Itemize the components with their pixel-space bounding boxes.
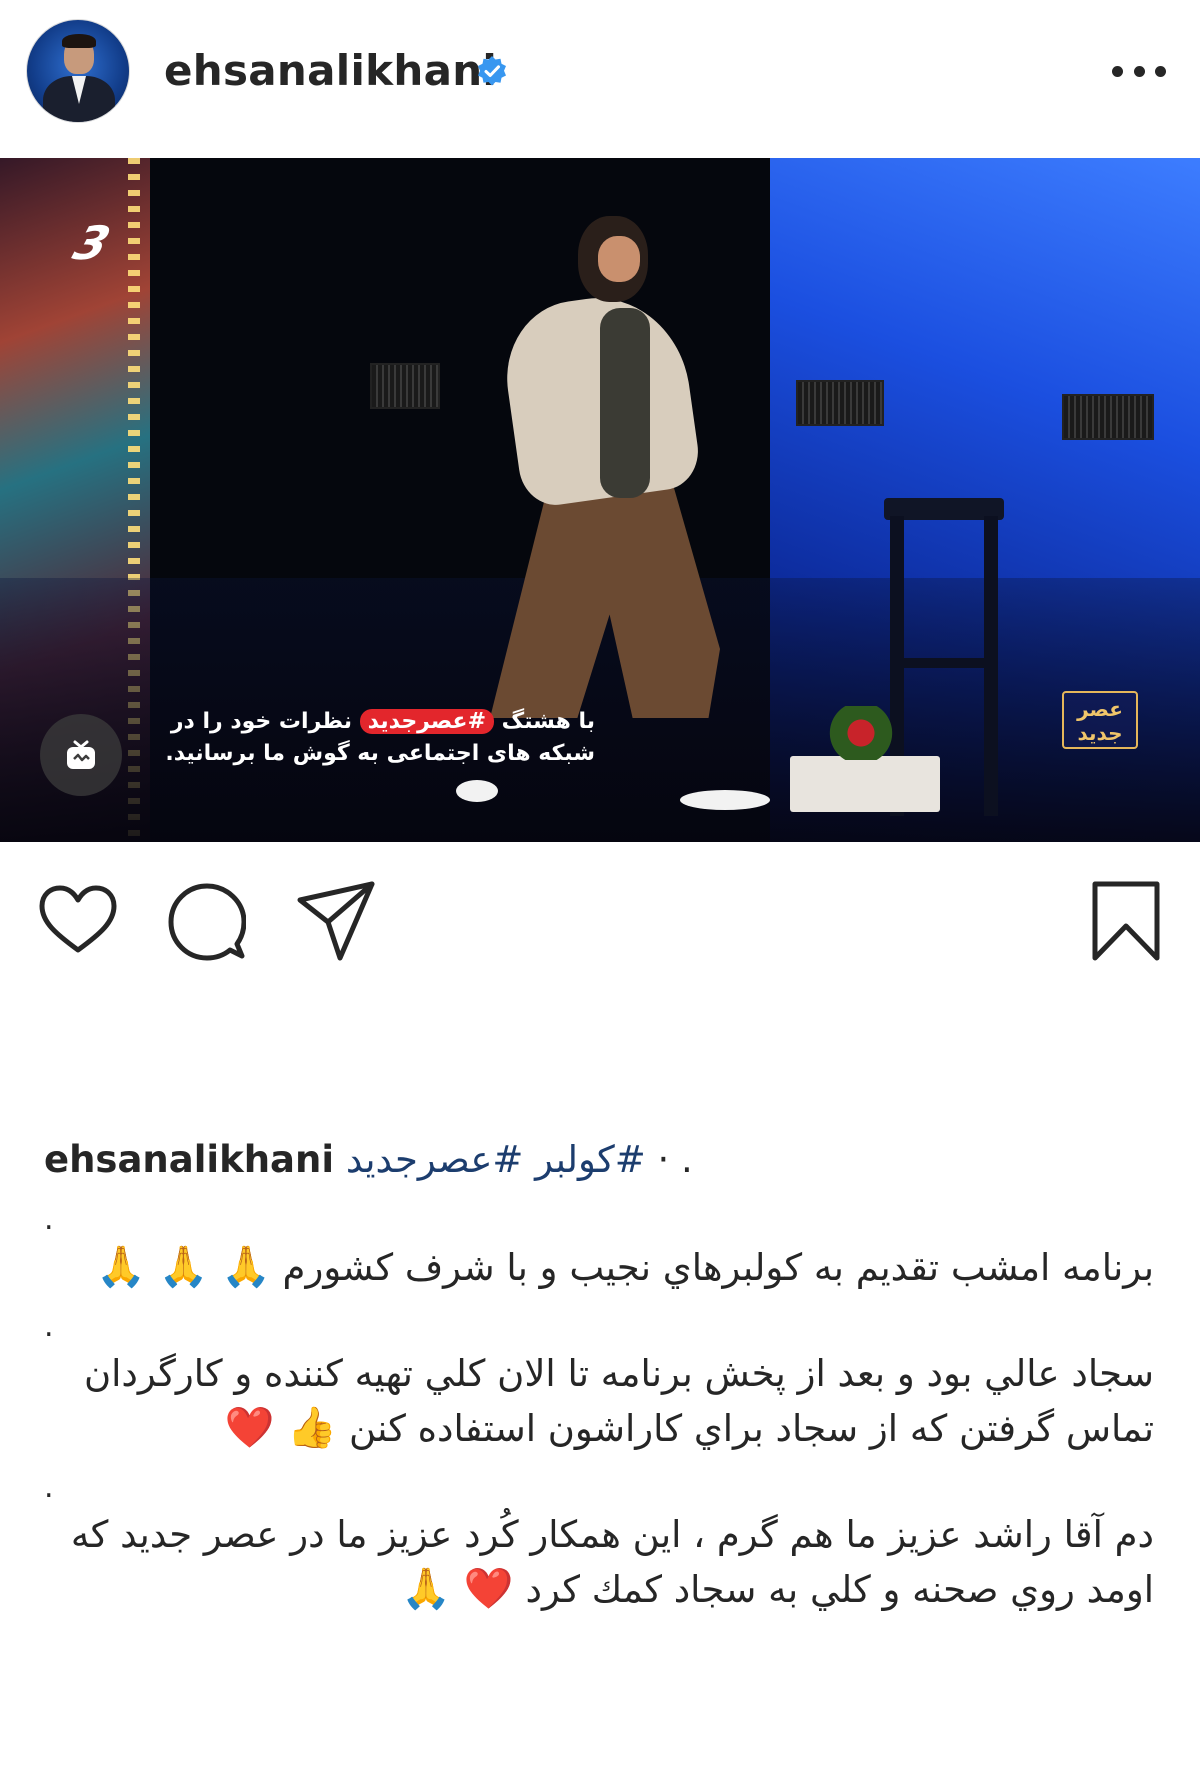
- performer-shoe: [680, 790, 770, 810]
- badge-line1: عصر: [1077, 697, 1123, 721]
- stage-speaker: [370, 363, 440, 409]
- stage-speaker: [796, 380, 884, 426]
- action-bar: [0, 870, 1200, 970]
- flower-bouquet: [826, 706, 896, 760]
- more-dot: [1112, 65, 1123, 77]
- heart-icon[interactable]: [38, 884, 118, 956]
- stool-rung: [890, 658, 998, 668]
- show-logo-badge: عصر جديد: [1062, 691, 1138, 749]
- post-header: ehsanalikhani: [0, 0, 1200, 154]
- caption-para3-text: دم آقا راشد عزيز ما هم گرم ، اين همكار ك…: [70, 1513, 1154, 1611]
- caption-username[interactable]: ehsanalikhani: [44, 1138, 334, 1181]
- performer-face: [598, 236, 640, 282]
- caption-paragraph-3: دم آقا راشد عزيز ما هم گرم ، اين همكار ك…: [44, 1508, 1154, 1617]
- gift-box: [790, 756, 940, 812]
- more-options-icon[interactable]: [1112, 58, 1166, 84]
- badge-line2: جديد: [1077, 721, 1123, 745]
- caption-hashtags[interactable]: #كولبر #عصرجديد: [346, 1138, 646, 1181]
- more-dot: [1133, 65, 1145, 77]
- performer-shoe: [456, 780, 498, 802]
- caption-para2-emoji: 👍 ❤️: [224, 1405, 338, 1451]
- overlay-line1: با هشتگ #عصرجديد نظرات خود را در: [150, 706, 595, 738]
- caption-separator: .: [44, 1202, 54, 1237]
- caption-separator: .: [44, 1309, 54, 1344]
- caption-para1-emoji: 🙏 🙏 🙏: [95, 1244, 271, 1290]
- overlay-line2: شبکه های اجتماعی به گوش ما برسانید.: [165, 741, 595, 766]
- send-icon[interactable]: [296, 880, 376, 964]
- caption-para1-text: برنامه امشب تقديم به كولبرهاي نجيب و با …: [282, 1246, 1154, 1289]
- profile-avatar[interactable]: [26, 19, 130, 123]
- caption-para3-emoji: ❤️ 🙏: [401, 1566, 514, 1612]
- caption-paragraph-2: سجاد عالي بود و بعد از پخش برنامه تا الا…: [44, 1347, 1154, 1456]
- bookmark-icon[interactable]: [1090, 880, 1162, 964]
- header-username[interactable]: ehsanalikhani: [164, 46, 497, 95]
- overlay-prefix: با هشتگ: [501, 709, 595, 734]
- comment-icon[interactable]: [168, 882, 246, 962]
- avatar-hair: [62, 34, 96, 48]
- verified-badge-icon: [478, 56, 506, 86]
- igtv-glyph: [67, 740, 95, 769]
- igtv-icon[interactable]: [40, 714, 122, 796]
- caption-trailing: · .: [657, 1138, 693, 1181]
- overlay-hashtag: #عصرجديد: [359, 709, 494, 734]
- caption-first-line: ehsanalikhani #كولبر #عصرجديد · .: [44, 1120, 1154, 1200]
- stage-speaker: [1062, 394, 1154, 440]
- caption-paragraph-1: برنامه امشب تقديم به كولبرهاي نجيب و با …: [44, 1240, 1154, 1295]
- video-overlay-caption: با هشتگ #عصرجديد نظرات خود را در شبکه ها…: [150, 706, 595, 770]
- post-media[interactable]: 3 عصر جديد با هشتگ #عصرجديد نظرات خود را…: [0, 158, 1200, 842]
- overlay-suffix: نظرات خود را در: [170, 709, 352, 734]
- caption-separator: .: [44, 1470, 54, 1505]
- performer-scarf: [600, 308, 650, 498]
- post-caption: ehsanalikhani #كولبر #عصرجديد · . . برنا…: [44, 1120, 1154, 1617]
- more-dot: [1155, 65, 1166, 77]
